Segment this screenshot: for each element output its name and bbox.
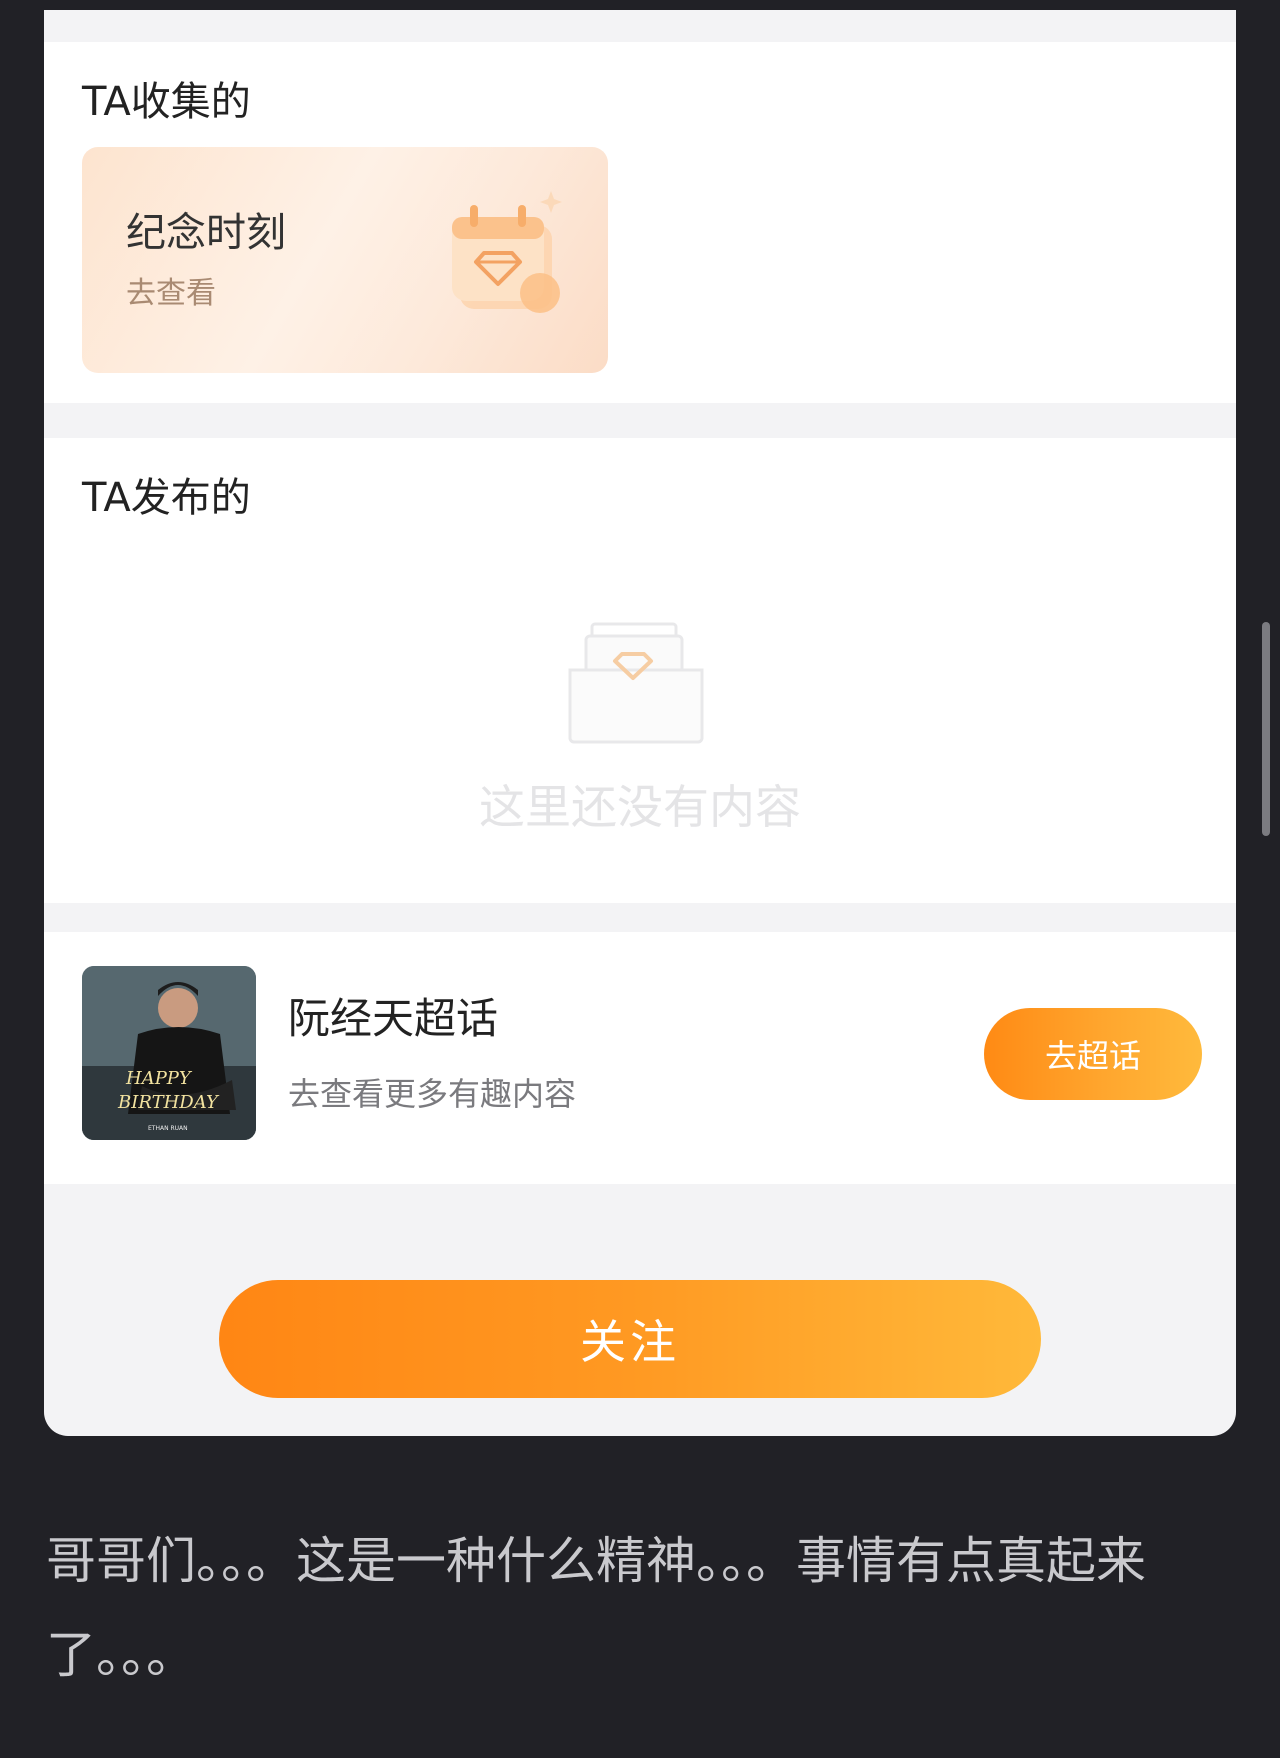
collected-section: TA收集的 纪念时刻 去查看 — [44, 42, 1236, 403]
empty-box-diamond-icon — [568, 622, 704, 744]
posted-title: TA发布的 — [82, 475, 251, 521]
avatar-overlay-line3: ETHAN RUAN — [148, 1125, 188, 1132]
avatar-overlay-line1: HAPPY — [125, 1068, 193, 1089]
profile-card: TA收集的 纪念时刻 去查看 TA发布的 这里还没有内容 HAPPY BIRTH… — [44, 10, 1236, 1436]
supertopic-avatar: HAPPY BIRTHDAY ETHAN RUAN — [82, 966, 256, 1140]
supertopic-section[interactable]: HAPPY BIRTHDAY ETHAN RUAN 阮经天超话 去查看更多有趣内… — [44, 932, 1236, 1184]
memorial-moments-card[interactable]: 纪念时刻 去查看 — [82, 147, 608, 373]
avatar-photo-image: HAPPY BIRTHDAY ETHAN RUAN — [82, 966, 256, 1140]
supertopic-name: 阮经天超话 — [288, 994, 499, 1043]
collected-title: TA收集的 — [82, 79, 251, 125]
scrollbar[interactable] — [1262, 622, 1270, 836]
go-supertopic-button[interactable]: 去超话 — [984, 1008, 1202, 1100]
posted-section: TA发布的 这里还没有内容 — [44, 438, 1236, 903]
memorial-card-title: 纪念时刻 — [126, 210, 286, 256]
supertopic-subtitle: 去查看更多有趣内容 — [288, 1075, 577, 1113]
memorial-card-link: 去查看 — [126, 276, 216, 311]
empty-state-text: 这里还没有内容 — [479, 780, 801, 834]
follow-button[interactable]: 关注 — [219, 1280, 1041, 1398]
calendar-diamond-icon — [452, 191, 562, 313]
avatar-overlay-line2: BIRTHDAY — [117, 1092, 220, 1113]
post-caption: 哥哥们。。。这是一种什么精神。。。事情有点真起来了。。。 — [46, 1532, 1146, 1684]
